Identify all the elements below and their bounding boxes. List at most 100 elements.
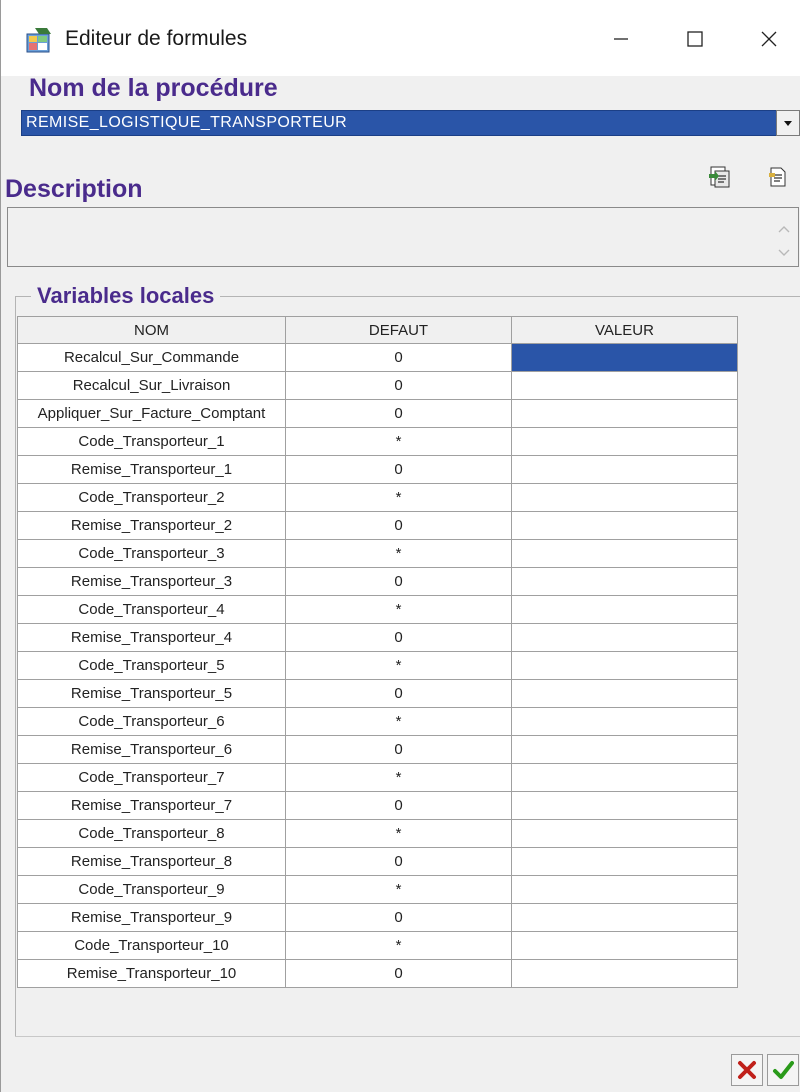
- cell-defaut: *: [285, 427, 512, 456]
- table-row[interactable]: Code_Transporteur_7 *: [17, 763, 738, 792]
- table-row[interactable]: Remise_Transporteur_4 0: [17, 623, 738, 652]
- cell-valeur[interactable]: [511, 427, 738, 456]
- document-icon[interactable]: [765, 164, 791, 190]
- cell-valeur[interactable]: [511, 623, 738, 652]
- procedure-select[interactable]: REMISE_LOGISTIQUE_TRANSPORTEUR: [21, 110, 800, 136]
- table-row[interactable]: Appliquer_Sur_Facture_Comptant 0: [17, 399, 738, 428]
- cell-defaut: 0: [285, 791, 512, 820]
- window-title: Editeur de formules: [65, 27, 248, 50]
- cell-valeur[interactable]: [511, 399, 738, 428]
- cell-defaut: *: [285, 819, 512, 848]
- formula-editor-window: Editeur de formules Nom de la procédure …: [0, 0, 800, 1092]
- cell-nom: Code_Transporteur_1: [17, 427, 286, 456]
- cell-nom: Code_Transporteur_10: [17, 931, 286, 960]
- app-icon: [25, 26, 55, 54]
- cell-valeur[interactable]: [511, 791, 738, 820]
- table-row[interactable]: Remise_Transporteur_7 0: [17, 791, 738, 820]
- cell-defaut: *: [285, 931, 512, 960]
- cell-defaut: 0: [285, 455, 512, 484]
- close-button[interactable]: [739, 14, 799, 64]
- cell-nom: Remise_Transporteur_9: [17, 903, 286, 932]
- cell-nom: Code_Transporteur_4: [17, 595, 286, 624]
- table-row[interactable]: Code_Transporteur_6 *: [17, 707, 738, 736]
- cell-valeur[interactable]: [511, 903, 738, 932]
- description-scrollbar[interactable]: [770, 208, 798, 266]
- cell-valeur[interactable]: [511, 511, 738, 540]
- column-header-valeur[interactable]: VALEUR: [511, 316, 738, 344]
- column-header-nom[interactable]: NOM: [17, 316, 286, 344]
- cell-valeur[interactable]: [511, 651, 738, 680]
- table-row[interactable]: Recalcul_Sur_Commande 0: [17, 343, 738, 372]
- cell-valeur[interactable]: [511, 343, 738, 372]
- table-row[interactable]: Remise_Transporteur_6 0: [17, 735, 738, 764]
- table-row[interactable]: Code_Transporteur_3 *: [17, 539, 738, 568]
- cell-nom: Code_Transporteur_3: [17, 539, 286, 568]
- cell-valeur[interactable]: [511, 539, 738, 568]
- cell-valeur[interactable]: [511, 679, 738, 708]
- dropdown-arrow-button[interactable]: [776, 110, 800, 136]
- cell-nom: Remise_Transporteur_7: [17, 791, 286, 820]
- cell-defaut: 0: [285, 567, 512, 596]
- ok-button[interactable]: [767, 1054, 799, 1086]
- table-row[interactable]: Code_Transporteur_2 *: [17, 483, 738, 512]
- cell-valeur[interactable]: [511, 567, 738, 596]
- minimize-icon: [614, 38, 628, 40]
- cell-valeur[interactable]: [511, 819, 738, 848]
- cancel-icon: [738, 1061, 756, 1079]
- cell-defaut: *: [285, 595, 512, 624]
- table-row[interactable]: Remise_Transporteur_9 0: [17, 903, 738, 932]
- table-row[interactable]: Code_Transporteur_8 *: [17, 819, 738, 848]
- cell-valeur[interactable]: [511, 763, 738, 792]
- column-header-defaut[interactable]: DEFAUT: [285, 316, 512, 344]
- cell-valeur[interactable]: [511, 875, 738, 904]
- grid-body: Recalcul_Sur_Commande 0 Recalcul_Sur_Livra…: [17, 343, 738, 988]
- table-row[interactable]: Remise_Transporteur_3 0: [17, 567, 738, 596]
- cell-nom: Remise_Transporteur_10: [17, 959, 286, 988]
- procedure-name-label: Nom de la procédure: [29, 74, 278, 102]
- cell-valeur[interactable]: [511, 735, 738, 764]
- table-row[interactable]: Recalcul_Sur_Livraison 0: [17, 371, 738, 400]
- cell-defaut: *: [285, 539, 512, 568]
- cell-valeur[interactable]: [511, 595, 738, 624]
- cell-defaut: 0: [285, 343, 512, 372]
- table-row[interactable]: Remise_Transporteur_1 0: [17, 455, 738, 484]
- cell-nom: Remise_Transporteur_1: [17, 455, 286, 484]
- maximize-icon: [687, 31, 703, 47]
- ok-icon: [773, 1061, 794, 1079]
- table-row[interactable]: Code_Transporteur_10 *: [17, 931, 738, 960]
- table-row[interactable]: Code_Transporteur_4 *: [17, 595, 738, 624]
- cell-valeur[interactable]: [511, 483, 738, 512]
- table-row[interactable]: Code_Transporteur_5 *: [17, 651, 738, 680]
- table-row[interactable]: Code_Transporteur_9 *: [17, 875, 738, 904]
- cell-nom: Recalcul_Sur_Livraison: [17, 371, 286, 400]
- cell-defaut: *: [285, 875, 512, 904]
- cell-nom: Remise_Transporteur_8: [17, 847, 286, 876]
- cell-valeur[interactable]: [511, 931, 738, 960]
- cell-valeur[interactable]: [511, 455, 738, 484]
- cancel-button[interactable]: [731, 1054, 763, 1086]
- cell-nom: Code_Transporteur_9: [17, 875, 286, 904]
- cell-defaut: 0: [285, 371, 512, 400]
- table-row[interactable]: Remise_Transporteur_10 0: [17, 959, 738, 988]
- group-border-left: [15, 296, 16, 1036]
- import-icon[interactable]: [707, 164, 733, 190]
- table-row[interactable]: Remise_Transporteur_2 0: [17, 511, 738, 540]
- minimize-button[interactable]: [591, 14, 651, 64]
- maximize-button[interactable]: [665, 14, 725, 64]
- table-row[interactable]: Remise_Transporteur_5 0: [17, 679, 738, 708]
- cell-defaut: 0: [285, 903, 512, 932]
- scroll-up-icon: [778, 226, 790, 256]
- cell-valeur[interactable]: [511, 707, 738, 736]
- cell-nom: Code_Transporteur_5: [17, 651, 286, 680]
- cell-valeur[interactable]: [511, 847, 738, 876]
- table-row[interactable]: Remise_Transporteur_8 0: [17, 847, 738, 876]
- cell-valeur[interactable]: [511, 959, 738, 988]
- table-row[interactable]: Code_Transporteur_1 *: [17, 427, 738, 456]
- description-field[interactable]: [7, 207, 799, 267]
- close-icon: [761, 31, 777, 47]
- cell-defaut: 0: [285, 399, 512, 428]
- cell-nom: Remise_Transporteur_2: [17, 511, 286, 540]
- cell-defaut: *: [285, 483, 512, 512]
- cell-defaut: 0: [285, 847, 512, 876]
- cell-valeur[interactable]: [511, 371, 738, 400]
